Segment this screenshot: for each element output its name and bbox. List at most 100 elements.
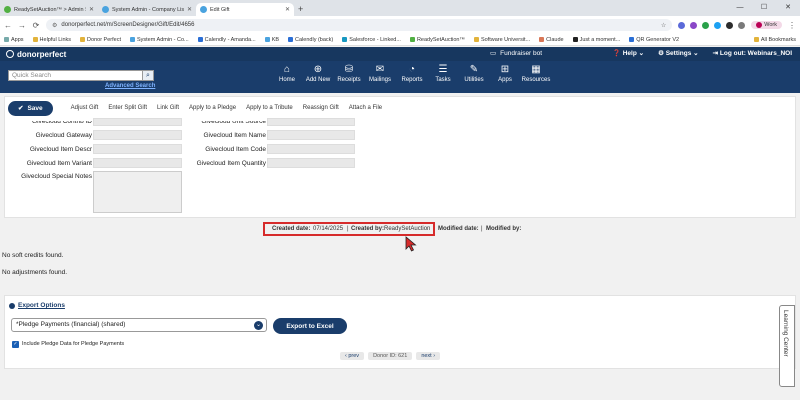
nav-apps[interactable]: ⊞ Apps [490,64,520,83]
item-quantity-field[interactable] [267,158,355,168]
prev-button[interactable]: ‹ prev [340,352,365,360]
close-tab-icon[interactable]: ✕ [285,6,290,13]
donorperfect-favicon-icon [102,6,109,13]
profile-button[interactable]: Work [751,21,782,29]
extension-icon[interactable] [690,21,698,29]
nav-resources[interactable]: ▦ Resources [520,64,552,83]
attach-file-button[interactable]: Attach a File [349,105,382,111]
url-field[interactable]: ⚙ donorperfect.net/m/ScreenDesigner/Gift… [46,19,673,31]
settings-menu[interactable]: ⚙ Settings ⌄ [658,49,699,57]
apply-to-pledge-button[interactable]: Apply to a Pledge [189,105,236,111]
advanced-search-link[interactable]: Advanced Search [105,83,155,89]
back-icon[interactable]: ← [4,21,12,30]
forward-icon[interactable]: → [18,21,26,30]
bookmark-item[interactable]: ReadySetAuction™ [409,37,465,43]
bookmark-star-icon[interactable]: ☆ [661,22,666,29]
nav-receipts[interactable]: ⛁ Receipts [334,64,364,83]
close-tab-icon[interactable]: ✕ [89,6,94,13]
bookmark-item[interactable]: Helpful Links [32,36,72,43]
next-button[interactable]: next › [416,352,441,360]
extension-icon[interactable] [714,21,722,29]
nav-utilities[interactable]: ✎ Utilities [458,64,490,83]
bookmark-item[interactable]: System Admin - Co... [129,37,189,43]
export-type-select[interactable]: *Pledge Payments (financial) (shared) ⌄ [11,318,267,332]
search-icon[interactable]: ⌕ [142,70,154,81]
gateway-field[interactable] [93,130,182,140]
special-notes-textarea[interactable] [93,171,182,213]
browser-tab[interactable]: System Admin - Company List ✕ [98,3,196,16]
logout-link[interactable]: ⇥ Log out: Webinars_NOI [713,49,792,57]
bookmark-item[interactable]: Salesforce - Linked... [342,37,401,43]
item-code-field[interactable] [267,144,355,154]
field-label: Givecloud Item Quantity [196,160,266,167]
bookmark-item[interactable]: QR Generator V2 [629,37,679,43]
all-bookmarks[interactable]: All Bookmarks [753,37,796,43]
address-bar-row: ← → ⟳ ⚙ donorperfect.net/m/ScreenDesigne… [0,16,800,34]
reassign-gift-button[interactable]: Reassign Gift [303,105,339,111]
save-button[interactable]: ✔ Save [8,100,53,116]
extensions-puzzle-icon[interactable] [738,21,746,29]
bookmark-label: Helpful Links [39,36,72,43]
help-menu[interactable]: ❓ Help ⌄ [613,49,644,57]
nav-label: Tasks [435,77,451,83]
plus-icon: ⊕ [313,64,323,75]
adjust-gift-button[interactable]: Adjust Gift [71,105,99,111]
main-nav: ⌂ Home ⊕ Add New ⛁ Receipts ✉ Mailings ◔ Repo… [272,64,552,83]
field-label: Givecloud Item Name [203,132,267,139]
tab-title: ReadySetAuction™ > Admin S [14,6,86,13]
close-tab-icon[interactable]: ✕ [187,6,192,13]
apply-to-tribute-button[interactable]: Apply to a Tribute [246,105,293,111]
reload-icon[interactable]: ⟳ [32,21,40,30]
browser-tab-active[interactable]: Edit Gift ✕ [196,3,294,16]
item-variant-field[interactable] [93,158,182,168]
nav-label: Receipts [337,77,361,83]
unit-source-field[interactable] [267,118,355,126]
extension-icon[interactable] [702,21,710,29]
item-name-field[interactable] [267,130,355,140]
learning-center-tab[interactable]: Learning Center [779,305,795,387]
site-info-icon[interactable]: ⚙ [52,22,57,29]
bookmark-item[interactable]: Apps [4,37,24,43]
nav-home[interactable]: ⌂ Home [272,64,302,83]
bookmark-item[interactable]: KB [264,37,279,43]
gift-toolbar: ✔ Save Adjust Gift Enter Split Gift Link… [4,99,794,117]
fundraiser-bot-button[interactable]: ▭ Fundraiser bot [490,49,542,58]
new-tab-button[interactable]: + [298,3,303,16]
quick-search-input[interactable]: Quick Search [8,70,145,81]
bookmark-item[interactable]: Claude [539,37,564,43]
link-gift-button[interactable]: Link Gift [157,105,179,111]
home-icon: ⌂ [283,64,291,75]
nav-label: Resources [521,77,551,83]
browser-menu-icon[interactable]: ⋮ [788,21,796,30]
enter-split-gift-button[interactable]: Enter Split Gift [108,105,147,111]
minimize-icon[interactable]: — [728,0,752,16]
close-window-icon[interactable]: ✕ [776,0,800,16]
bookmark-item[interactable]: Calendly - Amanda... [197,37,256,43]
browser-tab[interactable]: ReadySetAuction™ > Admin S ✕ [0,3,98,16]
nav-tasks[interactable]: ☰ Tasks [428,64,458,83]
include-pledge-data-checkbox[interactable]: ✓ [12,341,19,348]
logo[interactable]: donorperfect [6,50,66,59]
bookmark-item[interactable]: Just a moment... [572,36,621,43]
adjustments-message: No adjustments found. [2,269,68,276]
nav-mailings[interactable]: ✉ Mailings [364,64,396,83]
bookmark-item[interactable]: Calendly (back) [288,37,333,43]
nav-add-new[interactable]: ⊕ Add New [302,64,334,83]
wrench-icon: ✎ [469,64,479,75]
item-descr-field[interactable] [93,144,182,154]
export-to-excel-button[interactable]: Export to Excel [273,318,347,334]
extension-icon[interactable] [678,21,686,29]
maximize-icon[interactable]: ☐ [752,0,776,16]
bookmark-label: Just a moment... [579,36,621,43]
export-options-toggle[interactable]: Export Options [9,302,65,309]
bookmark-item[interactable]: Software Universit... [473,37,530,43]
site-icon [197,37,203,42]
site-icon [129,37,135,42]
pager: ‹ prev Donor ID: 621 next › [340,352,441,360]
extension-icon[interactable] [726,21,734,29]
nav-label: Add New [305,77,331,83]
contrib-id-field[interactable] [93,118,182,126]
bookmark-item[interactable]: Donor Perfect [80,37,121,43]
nav-reports[interactable]: ◔ Reports [396,64,428,83]
soft-credits-message: No soft credits found. [2,252,64,259]
